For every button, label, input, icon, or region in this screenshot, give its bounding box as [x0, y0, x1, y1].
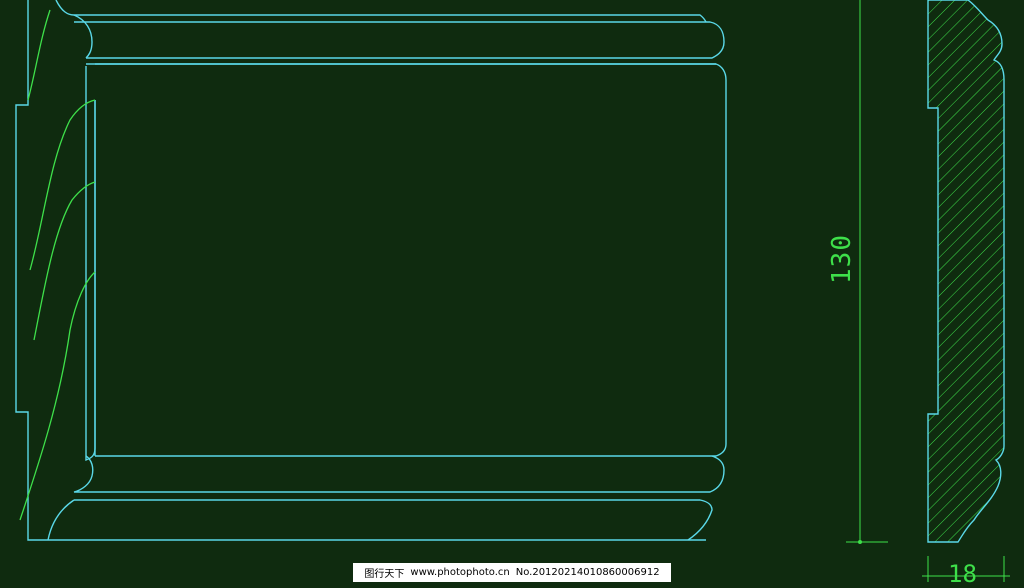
- carving-curve-4: [19, 271, 96, 521]
- watermark-image-number: No.20120214010860006912: [515, 567, 660, 578]
- watermark-site-name: 图行天下: [364, 569, 405, 580]
- carving-curve-1: [27, 9, 51, 101]
- raised-panel: [85, 63, 727, 461]
- watermark-site-url: www.photophoto.cn: [410, 567, 510, 578]
- bottom-rail-bead: [73, 455, 725, 493]
- door-panel-front-view: [15, 0, 727, 541]
- height-dimension-label: 130: [827, 234, 857, 284]
- carving-curve-2: [29, 99, 96, 271]
- cad-drawing-canvas: [15, 0, 1010, 582]
- watermark-banner: 图行天下 www.photophoto.cn No.20120214010860…: [353, 563, 671, 582]
- bottom-left-curve: [47, 499, 75, 541]
- section-hatch-fill: [927, 0, 1005, 543]
- cross-section-profile: [927, 0, 1005, 543]
- top-rail-bead: [74, 21, 725, 59]
- top-rail-profile: [55, 0, 707, 23]
- left-stile-outline: [15, 0, 706, 541]
- bottom-rail-profile: [74, 499, 713, 541]
- thickness-dimension-label: 18: [948, 560, 977, 588]
